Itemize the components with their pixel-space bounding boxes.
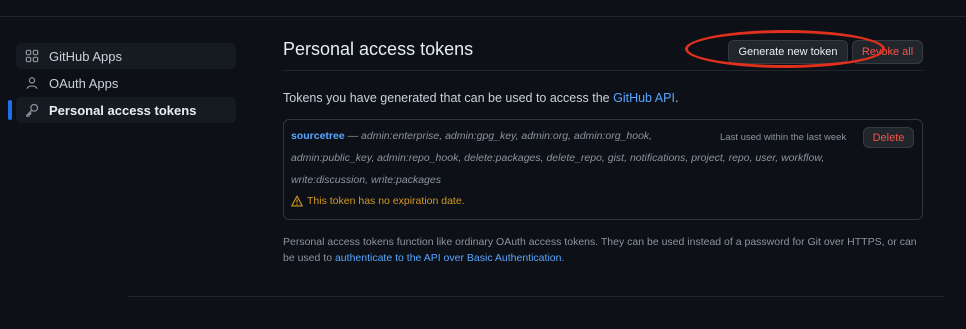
warning-icon xyxy=(291,195,303,207)
token-scopes-line-2: admin:public_key, admin:repo_hook, delet… xyxy=(291,152,825,164)
warning-text: This token has no expiration date. xyxy=(307,195,465,207)
top-divider xyxy=(0,16,966,17)
person-icon xyxy=(25,76,39,90)
basic-auth-link[interactable]: authenticate to the API over Basic Authe… xyxy=(335,252,561,264)
footnote: Personal access tokens function like ord… xyxy=(283,236,917,264)
key-icon xyxy=(25,103,39,117)
token-list-item: sourcetree — admin:enterprise, admin:gpg… xyxy=(283,119,923,220)
delete-token-button[interactable]: Delete xyxy=(863,127,914,148)
revoke-all-button[interactable]: Revoke all xyxy=(852,40,923,64)
sidebar-item-label: GitHub Apps xyxy=(49,48,122,64)
expiration-warning: This token has no expiration date. xyxy=(291,195,465,207)
token-scopes-line-1: sourcetree — admin:enterprise, admin:gpg… xyxy=(291,130,653,142)
sidebar-item-label: Personal access tokens xyxy=(49,102,197,118)
generate-new-token-button[interactable]: Generate new token xyxy=(728,40,848,64)
bottom-divider xyxy=(128,296,944,297)
intro-text: Tokens you have generated that can be us… xyxy=(283,91,679,105)
github-api-link[interactable]: GitHub API xyxy=(613,91,675,105)
token-name-link[interactable]: sourcetree xyxy=(291,130,345,142)
sidebar-item-label: OAuth Apps xyxy=(49,75,119,91)
apps-grid-icon xyxy=(25,49,39,63)
sidebar-item-github-apps[interactable]: GitHub Apps xyxy=(16,43,236,69)
token-last-used: Last used within the last week xyxy=(720,132,847,143)
sidebar-item-oauth-apps[interactable]: OAuth Apps xyxy=(16,70,236,96)
token-scopes-line-3: write:discussion, write:packages xyxy=(291,174,441,186)
page-title: Personal access tokens xyxy=(283,39,474,59)
header-divider xyxy=(283,70,923,71)
settings-sidebar: GitHub Apps OAuth Apps Personal access t… xyxy=(8,43,236,124)
sidebar-item-personal-access-tokens[interactable]: Personal access tokens xyxy=(8,97,236,123)
